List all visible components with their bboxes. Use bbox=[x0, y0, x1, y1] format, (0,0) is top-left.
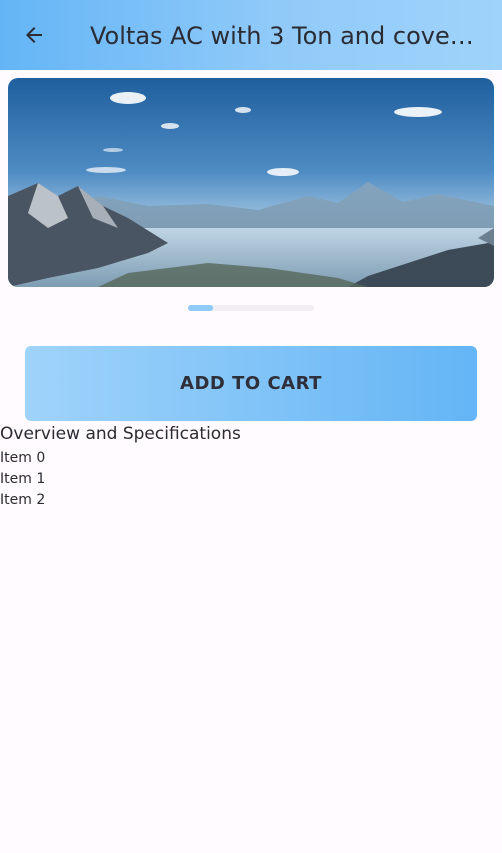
spec-list: Item 0 Item 1 Item 2 bbox=[0, 448, 45, 511]
list-item: Item 2 bbox=[0, 492, 46, 508]
carousel-indicator-thumb bbox=[188, 305, 213, 311]
page-title: Voltas AC with 3 Ton and cover o… bbox=[90, 22, 482, 50]
add-to-cart-label: ADD TO CART bbox=[180, 373, 322, 394]
app-bar: Voltas AC with 3 Ton and cover o… bbox=[0, 0, 502, 70]
back-button[interactable] bbox=[14, 15, 54, 55]
carousel-indicator bbox=[188, 305, 314, 311]
image-carousel[interactable] bbox=[8, 78, 494, 287]
section-title: Overview and Specifications bbox=[0, 424, 241, 444]
arrow-left-icon bbox=[26, 27, 42, 43]
list-item: Item 0 bbox=[0, 450, 46, 466]
add-to-cart-button[interactable]: ADD TO CART bbox=[25, 346, 477, 421]
list-item: Item 1 bbox=[0, 471, 46, 487]
mountain-landscape-image bbox=[8, 78, 494, 287]
